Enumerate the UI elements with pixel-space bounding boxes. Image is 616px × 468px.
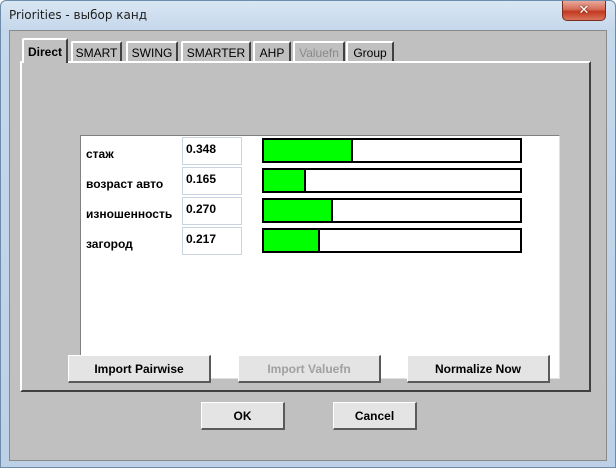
dialog-client-area: Direct SMART SWING SMARTER AHP Valuefn G…	[9, 30, 607, 461]
tab-ahp[interactable]: AHP	[253, 41, 291, 62]
weight-bar[interactable]	[262, 138, 522, 163]
cancel-button[interactable]: Cancel	[333, 402, 417, 430]
weight-bar-fill	[264, 200, 334, 221]
window-title: Priorities - выбор канд	[9, 8, 147, 22]
tab-label: SMART	[75, 45, 118, 60]
weight-input[interactable]: 0.165	[182, 167, 242, 195]
title-bar[interactable]: Priorities - выбор канд ✕	[1, 1, 615, 31]
button-label: Import Pairwise	[94, 361, 184, 376]
priorities-window: Priorities - выбор канд ✕ Direct SMART S…	[0, 0, 616, 468]
priorities-list: стаж 0.348 возраст авто 0.165 изношеннос…	[80, 135, 560, 379]
tab-direct[interactable]: Direct	[22, 38, 68, 63]
weight-bar-fill	[264, 230, 320, 251]
tab-swing[interactable]: SWING	[126, 41, 178, 62]
criterion-label: изношенность	[86, 207, 173, 221]
tab-panel-direct: стаж 0.348 возраст авто 0.165 изношеннос…	[20, 61, 591, 392]
button-label: Normalize Now	[434, 361, 521, 376]
weight-input[interactable]: 0.348	[182, 137, 242, 165]
weight-bar[interactable]	[262, 168, 522, 193]
weight-bar-fill	[264, 170, 307, 191]
import-pairwise-button[interactable]: Import Pairwise	[68, 355, 211, 383]
tab-smarter[interactable]: SMARTER	[181, 41, 251, 62]
close-icon: ✕	[578, 3, 590, 18]
tab-label: SMARTER	[186, 45, 246, 60]
button-label: Import Valuefn	[267, 361, 351, 376]
button-label: OK	[233, 408, 252, 423]
close-button[interactable]: ✕	[562, 1, 606, 21]
tab-valuefn: Valuefn	[293, 41, 345, 62]
weight-input[interactable]: 0.270	[182, 197, 242, 225]
import-valuefn-button: Import Valuefn	[238, 355, 381, 383]
tab-label: Group	[353, 45, 387, 60]
weight-input[interactable]: 0.217	[182, 227, 242, 255]
weight-bar[interactable]	[262, 198, 522, 223]
tab-label: Valuefn	[299, 45, 339, 60]
button-label: Cancel	[354, 408, 395, 423]
tab-label: SWING	[131, 45, 173, 60]
normalize-now-button[interactable]: Normalize Now	[407, 355, 550, 383]
tab-label: AHP	[259, 45, 285, 60]
tab-label: Direct	[27, 44, 62, 59]
criterion-label: стаж	[86, 147, 114, 161]
ok-button[interactable]: OK	[201, 402, 285, 430]
criterion-label: возраст авто	[86, 177, 164, 191]
tab-group[interactable]: Group	[346, 41, 394, 62]
criterion-label: загород	[86, 237, 133, 251]
tab-smart[interactable]: SMART	[71, 41, 122, 62]
weight-bar[interactable]	[262, 228, 522, 253]
weight-bar-fill	[264, 140, 354, 161]
